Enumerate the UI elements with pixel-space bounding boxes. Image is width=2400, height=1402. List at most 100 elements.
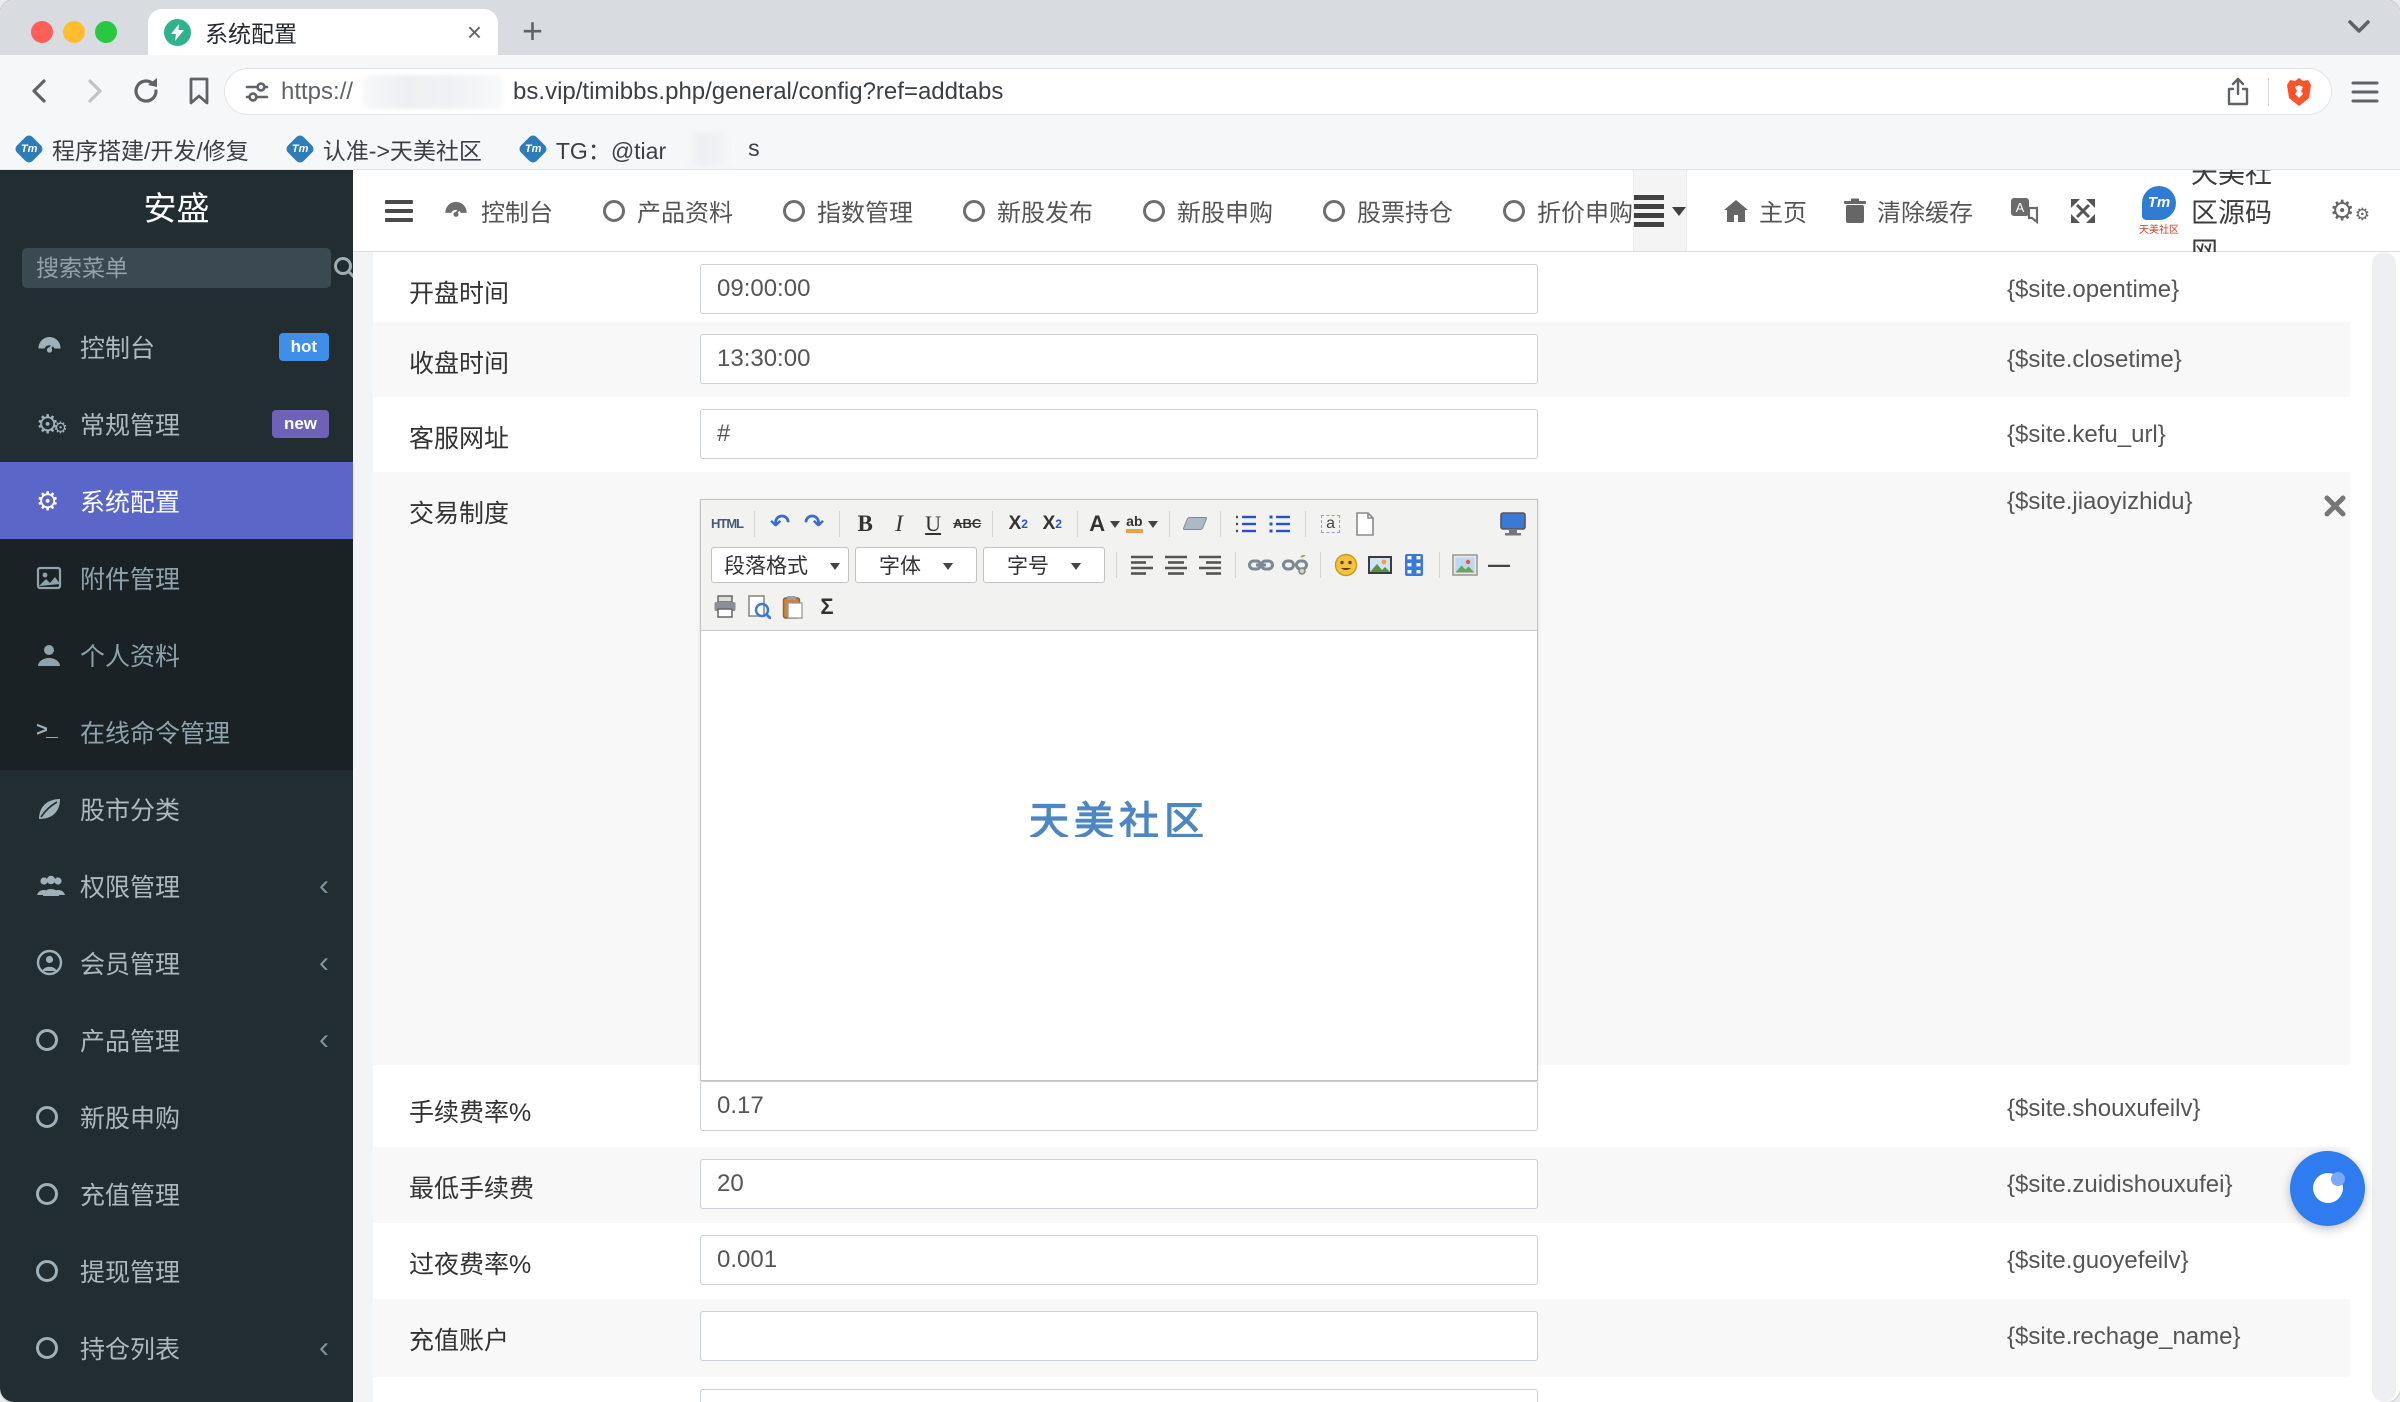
bookmark-item[interactable]: Tm TG：@tiar s bbox=[517, 131, 760, 166]
eraser-icon[interactable] bbox=[1181, 509, 1209, 539]
tab-discount-subscribe[interactable]: 折价申购 bbox=[1503, 193, 1633, 228]
bookmark-item[interactable]: Tm 认准->天美社区 bbox=[284, 132, 482, 166]
sidebar-item-member-management[interactable]: 会员管理 ‹ bbox=[0, 924, 353, 1001]
undo-icon[interactable]: ↶ bbox=[766, 509, 794, 539]
strikethrough-button[interactable]: ABC bbox=[953, 509, 981, 539]
sidebar-item-dashboard[interactable]: 控制台 hot bbox=[0, 308, 353, 385]
preview-icon[interactable] bbox=[745, 592, 773, 622]
translate-button[interactable]: A bbox=[2009, 196, 2039, 226]
search-icon[interactable] bbox=[332, 255, 353, 281]
unlink-icon[interactable] bbox=[1281, 550, 1309, 580]
horizontal-rule-button[interactable]: — bbox=[1485, 550, 1513, 580]
reload-icon[interactable] bbox=[130, 75, 162, 107]
shouxufeilv-input[interactable] bbox=[700, 1081, 1538, 1131]
new-tab-button[interactable]: + bbox=[522, 10, 543, 52]
link-icon[interactable] bbox=[1247, 550, 1275, 580]
ordered-list-icon[interactable] bbox=[1232, 509, 1260, 539]
guoyefeilv-input[interactable] bbox=[700, 1235, 1538, 1285]
sidebar-item-general-management[interactable]: ⚙ ⚙ 常规管理 new bbox=[0, 385, 353, 462]
close-window-button[interactable] bbox=[31, 21, 53, 43]
font-family-select[interactable]: 字体 bbox=[855, 547, 977, 583]
anchor-button[interactable]: a bbox=[1317, 509, 1345, 539]
browser-tab[interactable]: 系统配置 × bbox=[148, 9, 498, 55]
highlight-button[interactable]: ab bbox=[1126, 509, 1158, 539]
svg-text:A: A bbox=[2016, 200, 2025, 215]
subscript-button[interactable]: X2 bbox=[1038, 509, 1066, 539]
tab-product-info[interactable]: 产品资料 bbox=[603, 193, 733, 228]
sidebar-item-product-management[interactable]: 产品管理 ‹ bbox=[0, 1001, 353, 1078]
superscript-button[interactable]: X2 bbox=[1004, 509, 1032, 539]
sidebar-search[interactable] bbox=[22, 248, 353, 288]
sidebar-toggle-icon[interactable] bbox=[385, 199, 413, 222]
address-bar[interactable]: https:// bs.vip/timibbs.php/general/conf… bbox=[224, 68, 2332, 115]
share-icon[interactable] bbox=[2224, 77, 2252, 107]
sidebar-item-profile[interactable]: 个人资料 bbox=[0, 616, 353, 693]
back-icon[interactable] bbox=[24, 75, 56, 107]
insert-media-icon[interactable] bbox=[1400, 550, 1428, 580]
zuidishouxufei-input[interactable] bbox=[700, 1159, 1538, 1209]
page-scrollbar[interactable] bbox=[2372, 252, 2396, 1402]
underline-button[interactable]: U bbox=[919, 509, 947, 539]
sidebar-item-attachment-management[interactable]: 附件管理 bbox=[0, 539, 353, 616]
sidebar-item-stock-category[interactable]: 股市分类 bbox=[0, 770, 353, 847]
editor-content[interactable]: 天美社区 bbox=[701, 631, 1537, 1080]
dashboard-icon bbox=[36, 333, 80, 360]
rich-text-editor[interactable]: HTML ↶ ↷ B I U ABC X 2 X 2 A ab a 段落格式 字… bbox=[700, 499, 1538, 1081]
site-settings-icon[interactable] bbox=[243, 78, 271, 106]
partial-input[interactable] bbox=[700, 1389, 1538, 1402]
tab-search-chevron-icon[interactable] bbox=[2346, 18, 2372, 36]
font-color-button[interactable]: A bbox=[1089, 509, 1121, 539]
rechage-name-input[interactable] bbox=[700, 1311, 1538, 1361]
kefu-url-input[interactable] bbox=[700, 409, 1538, 459]
insert-image-icon[interactable] bbox=[1366, 550, 1394, 580]
align-left-icon[interactable] bbox=[1128, 550, 1156, 580]
print-icon[interactable] bbox=[711, 592, 739, 622]
chat-fab-button[interactable] bbox=[2290, 1151, 2365, 1226]
tab-ipo-subscribe[interactable]: 新股申购 bbox=[1143, 193, 1273, 228]
opentime-input[interactable] bbox=[700, 264, 1538, 314]
browser-menu-icon[interactable] bbox=[2350, 79, 2380, 105]
minimize-window-button[interactable] bbox=[63, 21, 85, 43]
brave-shield-icon[interactable] bbox=[2285, 77, 2313, 107]
font-size-select[interactable]: 字号 bbox=[983, 547, 1105, 583]
sidebar-item-online-command[interactable]: >_ 在线命令管理 bbox=[0, 693, 353, 770]
close-icon[interactable] bbox=[2323, 494, 2347, 518]
community-logo[interactable]: Tm 天美社区 bbox=[2139, 185, 2179, 236]
tab-stock-position[interactable]: 股票持仓 bbox=[1323, 193, 1453, 228]
maximize-window-button[interactable] bbox=[95, 21, 117, 43]
redo-icon[interactable]: ↷ bbox=[800, 509, 828, 539]
html-source-button[interactable]: HTML bbox=[711, 509, 744, 539]
tabs-dropdown-button[interactable] bbox=[1633, 170, 1687, 251]
formula-button[interactable]: Σ bbox=[813, 592, 841, 622]
sidebar-item-recharge-management[interactable]: 充值管理 bbox=[0, 1155, 353, 1232]
closetime-input[interactable] bbox=[700, 334, 1538, 384]
forward-icon[interactable] bbox=[78, 75, 110, 107]
unordered-list-icon[interactable] bbox=[1266, 509, 1294, 539]
bold-button[interactable]: B bbox=[851, 509, 879, 539]
sidebar-item-withdraw-management[interactable]: 提现管理 bbox=[0, 1232, 353, 1309]
bookmark-item[interactable]: Tm 程序搭建/开发/修复 bbox=[13, 132, 249, 166]
editor-fullscreen-icon[interactable] bbox=[1499, 509, 1527, 539]
baidu-map-icon[interactable] bbox=[1451, 550, 1479, 580]
bookmark-icon[interactable] bbox=[184, 75, 214, 107]
new-page-icon[interactable] bbox=[1351, 509, 1379, 539]
paragraph-format-select[interactable]: 段落格式 bbox=[711, 547, 849, 583]
tab-close-icon[interactable]: × bbox=[467, 19, 482, 45]
tab-index-management[interactable]: 指数管理 bbox=[783, 193, 913, 228]
emoji-icon[interactable] bbox=[1332, 550, 1360, 580]
align-right-icon[interactable] bbox=[1196, 550, 1224, 580]
search-input[interactable] bbox=[36, 254, 332, 282]
tab-ipo-publish[interactable]: 新股发布 bbox=[963, 193, 1093, 228]
sidebar-item-position-list[interactable]: 持仓列表 ‹ bbox=[0, 1309, 353, 1386]
sidebar-item-ipo-subscribe[interactable]: 新股申购 bbox=[0, 1078, 353, 1155]
home-button[interactable]: 主页 bbox=[1723, 193, 1807, 228]
sidebar-item-system-config[interactable]: ⚙ 系统配置 bbox=[0, 462, 353, 539]
paste-icon[interactable] bbox=[779, 592, 807, 622]
tab-console[interactable]: 控制台 bbox=[443, 193, 553, 228]
sidebar-item-permission-management[interactable]: 权限管理 ‹ bbox=[0, 847, 353, 924]
fullscreen-button[interactable] bbox=[2069, 197, 2097, 225]
italic-button[interactable]: I bbox=[885, 509, 913, 539]
clear-cache-button[interactable]: 清除缓存 bbox=[1843, 193, 1973, 228]
settings-gears-icon[interactable]: ⚙⚙ bbox=[2330, 194, 2370, 227]
align-center-icon[interactable] bbox=[1162, 550, 1190, 580]
